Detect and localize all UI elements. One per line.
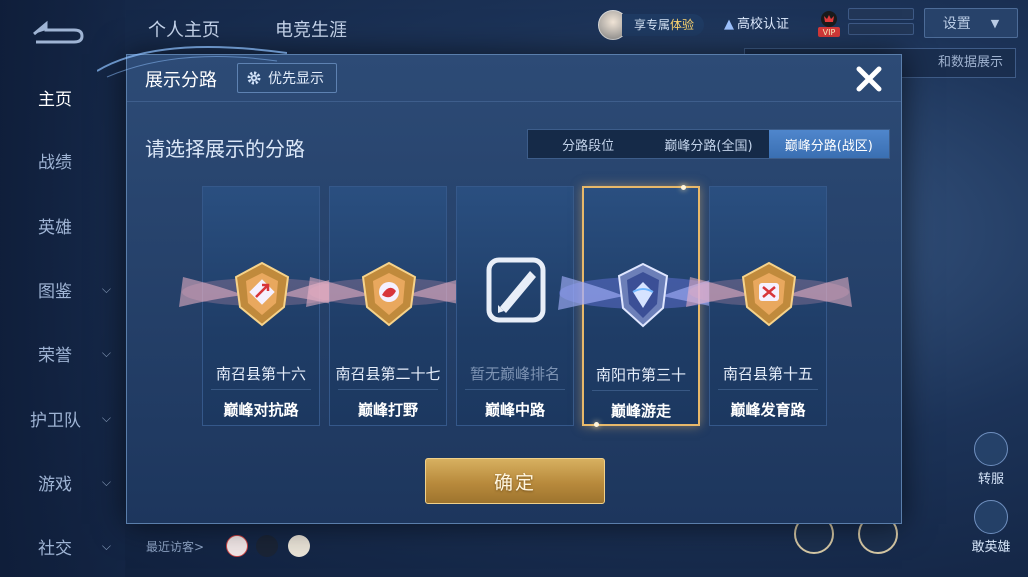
campus-verify-button[interactable]: ▲ 高校认证 [724,14,789,36]
header-divider [127,101,901,102]
segment-peak-national[interactable]: 巅峰分路(全国) [648,130,768,158]
sidebar-item-label: 图鉴 [38,281,72,302]
visitor-avatar[interactable] [226,535,248,557]
confirm-button[interactable]: 确定 [425,458,605,504]
hero-icon [974,500,1008,534]
tab-profile[interactable]: 个人主页 [148,16,220,42]
vip-icon[interactable]: VIP [816,10,842,38]
vip-progress [848,8,914,38]
chevron-down-icon: ⌵ [101,410,111,425]
sidebar-item-social[interactable]: 社交 ⌵ [0,526,125,566]
farm-lane-emblem-icon [741,261,797,327]
sidebar-item-label: 护卫队 [30,410,81,431]
sidebar-item-label: 英雄 [38,217,72,238]
tab-esports[interactable]: 电竞生涯 [275,16,347,42]
card-rank: 南阳市第三十 [595,366,686,384]
card-divider [338,389,438,390]
card-divider [592,390,690,391]
card-rank: 暂无巅峰排名 [469,365,560,383]
visitor-avatar[interactable] [288,535,310,557]
chevron-down-icon: ⌵ [101,474,111,489]
lane-card-jungle[interactable]: 南召县第二十七 巅峰打野 [306,186,472,426]
segment-peak-region[interactable]: 巅峰分路(战区) [768,130,889,158]
roam-emblem-icon [617,262,669,328]
clash-lane-emblem-icon [234,261,290,327]
transfer-label: 转服 [977,472,1004,487]
card-divider [718,389,818,390]
exclusive-prefix: 享专属 [634,18,671,32]
sidebar-item-game[interactable]: 游戏 ⌵ [0,462,125,502]
card-lane: 巅峰中路 [484,401,545,419]
close-icon[interactable] [853,63,885,95]
sidebar-item-label: 战绩 [38,152,72,173]
visitor-avatar[interactable] [256,535,278,557]
sidebar-item-honor[interactable]: 荣誉 ⌵ [0,333,125,373]
selection-sparkle [681,185,686,190]
priority-label: 优先显示 [268,71,324,87]
card-rank: 南召县第十六 [215,365,306,383]
sidebar-item-guard[interactable]: 护卫队 ⌵ [0,398,125,438]
recent-visitors-link[interactable]: 最近访客> [146,538,204,555]
settings-dropdown[interactable]: 设置 ▼ [924,8,1018,38]
card-divider [465,389,565,390]
hero-button[interactable]: 敢英雄 [966,500,1016,555]
sidebar-item-home[interactable]: 主页 [0,77,125,117]
card-lane: 巅峰游走 [610,402,671,420]
settings-label: 设置 [942,16,971,32]
mid-lane-emblem-icon [486,257,546,323]
chevron-down-icon: ⌵ [101,345,111,360]
vip-bar [848,8,914,20]
card-lane: 巅峰对抗路 [223,401,299,419]
choose-lane-title: 请选择展示的分路 [145,137,305,161]
caret-down-icon: ▼ [990,16,1000,30]
vip-label: VIP [823,28,836,37]
jungle-emblem-icon [361,261,417,327]
gear-icon [247,71,261,85]
card-lane: 巅峰打野 [357,401,418,419]
topbar-right: 享专属体验 ▲ 高校认证 VIP 设置 ▼ [598,8,1028,40]
back-arrow-icon[interactable] [30,18,86,46]
sidebar-item-label: 游戏 [38,474,72,495]
sidebar-item-label: 荣誉 [38,345,72,366]
card-rank: 南召县第十五 [722,365,813,383]
segment-lane-rank[interactable]: 分路段位 [528,130,648,158]
sidebar-item-label: 主页 [38,89,72,110]
campus-label: 高校认证 [737,17,790,32]
card-divider [211,389,311,390]
sidebar-item-heroes[interactable]: 英雄 [0,205,125,245]
sidebar-item-codex[interactable]: 图鉴 ⌵ [0,269,125,309]
priority-display-button[interactable]: 优先显示 [237,63,337,93]
exclusive-highlight: 体验 [670,18,695,32]
vip-bar [848,23,914,35]
campus-icon: ▲ [724,17,734,32]
lane-display-modal: 展示分路 优先显示 请选择展示的分路 分路段位 巅峰分路(全国) 巅峰分路(战区… [97,46,902,524]
transfer-server-button[interactable]: 转服 [966,432,1016,487]
sidebar-item-record[interactable]: 战绩 [0,140,125,180]
lane-card-farm[interactable]: 南召县第十五 巅峰发育路 [686,186,852,426]
hero-label: 敢英雄 [971,540,1011,555]
chevron-down-icon: ⌵ [101,281,111,296]
lane-type-segmented-control: 分路段位 巅峰分路(全国) 巅峰分路(战区) [527,129,890,159]
chevron-down-icon: ⌵ [101,538,111,553]
modal-title: 展示分路 [145,70,217,91]
card-lane: 巅峰发育路 [730,401,806,419]
sidebar-item-label: 社交 [38,538,72,559]
card-rank: 南召县第二十七 [335,365,441,383]
selection-sparkle [594,422,599,427]
sidebar: 主页 战绩 英雄 图鉴 ⌵ 荣誉 ⌵ 护卫队 ⌵ 游戏 ⌵ 社交 ⌵ [0,0,125,577]
exclusive-badge[interactable]: 享专属体验 [622,14,705,36]
transfer-icon [974,432,1008,466]
